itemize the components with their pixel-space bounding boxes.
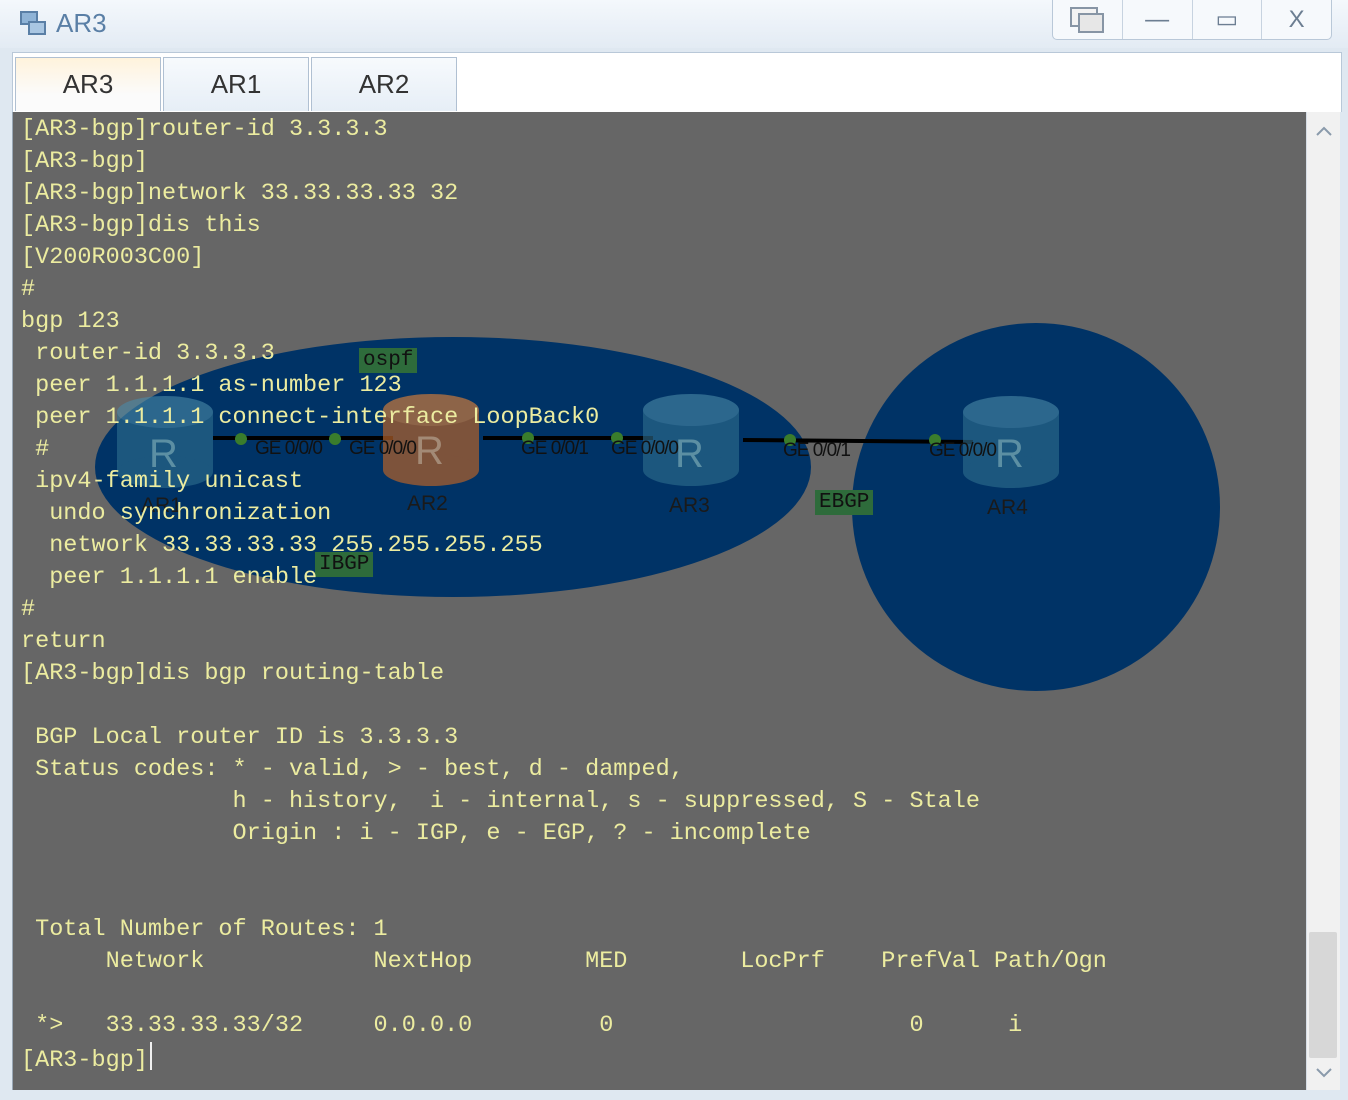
minimize-icon: — bbox=[1145, 5, 1170, 33]
scroll-up-button[interactable] bbox=[1307, 116, 1341, 146]
terminal-output: [AR3-bgp]router-id 3.3.3.3 [AR3-bgp] [AR… bbox=[21, 114, 1107, 1074]
terminal-line: peer 1.1.1.1 connect-interface LoopBack0 bbox=[21, 404, 600, 431]
terminal-line: undo synchronization bbox=[21, 500, 332, 527]
tab-ar3[interactable]: AR3 bbox=[15, 57, 161, 111]
maximize-button[interactable]: ▭ bbox=[1191, 0, 1262, 39]
app-icon bbox=[20, 11, 46, 35]
terminal-line: # bbox=[21, 436, 50, 463]
tab-strip: AR3 AR1 AR2 bbox=[12, 52, 1342, 112]
terminal-line: Total Number of Routes: 1 bbox=[21, 916, 388, 943]
terminal-line: [AR3-bgp]dis bgp routing-table bbox=[21, 660, 445, 687]
tab-ar2[interactable]: AR2 bbox=[311, 57, 457, 111]
terminal-line: Status codes: * - valid, > - best, d - d… bbox=[21, 756, 684, 783]
terminal-line: [AR3-bgp] bbox=[21, 148, 148, 175]
window-controls: — ▭ X bbox=[1052, 0, 1332, 40]
terminal-line: # bbox=[21, 596, 36, 623]
vertical-scrollbar[interactable] bbox=[1306, 112, 1340, 1090]
terminal-line: *> 33.33.33.33/32 0.0.0.0 0 0 i bbox=[21, 1012, 1023, 1039]
chevron-up-icon bbox=[1316, 126, 1332, 136]
terminal-line: ipv4-family unicast bbox=[21, 468, 304, 495]
terminal-line: [AR3-bgp]network 33.33.33.33 32 bbox=[21, 180, 459, 207]
terminal-line: return bbox=[21, 628, 106, 655]
restore-windows-button[interactable] bbox=[1053, 0, 1122, 39]
window-title: AR3 bbox=[56, 8, 107, 38]
text-cursor bbox=[149, 1042, 152, 1070]
terminal-line: [AR3-bgp]router-id 3.3.3.3 bbox=[21, 116, 388, 143]
scroll-down-button[interactable] bbox=[1307, 1058, 1341, 1088]
terminal-line: BGP Local router ID is 3.3.3.3 bbox=[21, 724, 459, 751]
window-bottom-edge bbox=[0, 1090, 1348, 1100]
chevron-down-icon bbox=[1316, 1068, 1332, 1078]
terminal-console[interactable]: R R R R GE 0/0/0 GE 0/0/0 GE 0/0/1 GE 0/… bbox=[12, 112, 1306, 1090]
terminal-line: h - history, i - internal, s - suppresse… bbox=[21, 788, 980, 815]
terminal-line: peer 1.1.1.1 as-number 123 bbox=[21, 372, 402, 399]
terminal-line: peer 1.1.1.1 enable bbox=[21, 564, 318, 591]
restore-windows-icon bbox=[1070, 6, 1105, 33]
terminal-prompt: [AR3-bgp] bbox=[21, 1047, 148, 1074]
terminal-line: router-id 3.3.3.3 bbox=[21, 340, 275, 367]
terminal-line: [AR3-bgp]dis this bbox=[21, 212, 261, 239]
window-titlebar: AR3 — ▭ X bbox=[0, 0, 1348, 48]
tab-ar1[interactable]: AR1 bbox=[163, 57, 309, 111]
close-icon: X bbox=[1288, 5, 1305, 33]
scroll-thumb[interactable] bbox=[1309, 932, 1337, 1058]
close-button[interactable]: X bbox=[1261, 0, 1331, 39]
terminal-line: [V200R003C00] bbox=[21, 244, 205, 271]
terminal-line: bgp 123 bbox=[21, 308, 120, 335]
terminal-line: Network NextHop MED LocPrf PrefVal Path/… bbox=[21, 948, 1107, 975]
minimize-button[interactable]: — bbox=[1121, 0, 1192, 39]
terminal-line: # bbox=[21, 276, 36, 303]
terminal-line: network 33.33.33.33 255.255.255.255 bbox=[21, 532, 543, 559]
terminal-line: Origin : i - IGP, e - EGP, ? - incomplet… bbox=[21, 820, 811, 847]
terminal-prompt-line[interactable]: [AR3-bgp] bbox=[21, 1042, 1107, 1074]
maximize-icon: ▭ bbox=[1215, 6, 1239, 33]
